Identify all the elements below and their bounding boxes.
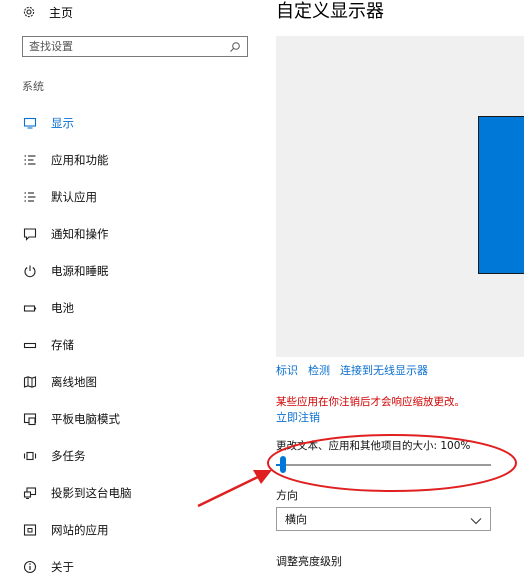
orientation-dropdown[interactable]: 横向 [276,507,491,531]
sidebar-item-label: 关于 [51,559,74,574]
sidebar-item-label: 离线地图 [51,374,97,389]
detect-link[interactable]: 检测 [308,362,330,378]
identify-link[interactable]: 标识 [276,362,298,378]
chevron-down-icon [470,515,482,525]
sidebar-item-tablet-mode[interactable]: 平板电脑模式 [0,400,262,437]
orientation-value: 横向 [285,513,307,526]
apps-list-icon [23,153,37,167]
sidebar-item-label: 显示 [51,115,74,130]
sidebar-item-project[interactable]: 投影到这台电脑 [0,474,262,511]
sidebar-item-offline-maps[interactable]: 离线地图 [0,363,262,400]
scale-label: 更改文本、应用和其他项目的大小: 100% [276,440,471,452]
sidebar-item-label: 多任务 [51,448,86,463]
scaling-warning: 某些应用在你注销后才会响应缩放更改。 [276,396,465,408]
section-label-system: 系统 [22,80,44,93]
nav-list: 显示 应用和功能 默认应用 通知和操作 电源和睡眠 电池 存储 离线地图 平板电… [0,104,262,585]
page-title: 自定义显示器 [276,1,384,22]
sidebar-item-notifications[interactable]: 通知和操作 [0,215,262,252]
sidebar-item-web-apps[interactable]: 网站的应用 [0,511,262,548]
project-icon [23,486,37,500]
home-nav-item[interactable]: 主页 [22,2,73,22]
sidebar-item-label: 投影到这台电脑 [51,485,132,500]
search-icon[interactable] [229,41,241,53]
sidebar-item-label: 通知和操作 [51,226,109,241]
brightness-label: 调整亮度级别 [276,555,342,568]
home-label: 主页 [49,5,74,20]
sidebar-item-label: 电源和睡眠 [51,263,109,278]
scale-slider[interactable] [276,455,491,473]
sidebar-item-multitasking[interactable]: 多任务 [0,437,262,474]
tablet-mode-icon [23,412,37,426]
monitor-icon [23,116,37,130]
battery-icon [23,301,37,315]
notification-icon [23,227,37,241]
display-settings-panel: 自定义显示器 标识 检测 连接到无线显示器 某些应用在你注销后才会响应缩放更改。… [276,0,532,574]
map-icon [23,375,37,389]
sidebar-item-label: 电池 [51,300,74,315]
search-box[interactable] [22,36,248,57]
sidebar-item-label: 存储 [51,337,74,352]
search-input[interactable] [29,40,229,53]
display-links: 标识 检测 连接到无线显示器 [276,362,428,378]
storage-icon [23,338,37,352]
slider-thumb[interactable] [280,456,287,473]
slider-track [276,464,491,466]
sidebar-item-display[interactable]: 显示 [0,104,262,141]
sidebar-item-default-apps[interactable]: 默认应用 [0,178,262,215]
sidebar-item-label: 应用和功能 [51,152,109,167]
multitasking-icon [23,449,37,463]
sidebar-item-label: 网站的应用 [51,522,109,537]
settings-sidebar: 主页 系统 显示 应用和功能 默认应用 [0,0,262,574]
display-arrangement-preview [276,36,524,357]
sidebar-item-about[interactable]: 关于 [0,548,262,585]
sidebar-item-power-sleep[interactable]: 电源和睡眠 [0,252,262,289]
sign-out-link[interactable]: 立即注销 [276,409,320,425]
sidebar-item-label: 平板电脑模式 [51,411,120,426]
web-apps-icon [23,523,37,537]
sidebar-item-battery[interactable]: 电池 [0,289,262,326]
orientation-label: 方向 [276,489,298,502]
monitor-tile[interactable] [478,116,524,274]
sidebar-item-apps[interactable]: 应用和功能 [0,141,262,178]
gear-icon [22,5,36,19]
power-icon [23,264,37,278]
info-icon [23,560,37,574]
connect-wireless-display-link[interactable]: 连接到无线显示器 [340,362,428,378]
sidebar-item-storage[interactable]: 存储 [0,326,262,363]
sidebar-item-label: 默认应用 [51,189,97,204]
default-apps-icon [23,190,37,204]
